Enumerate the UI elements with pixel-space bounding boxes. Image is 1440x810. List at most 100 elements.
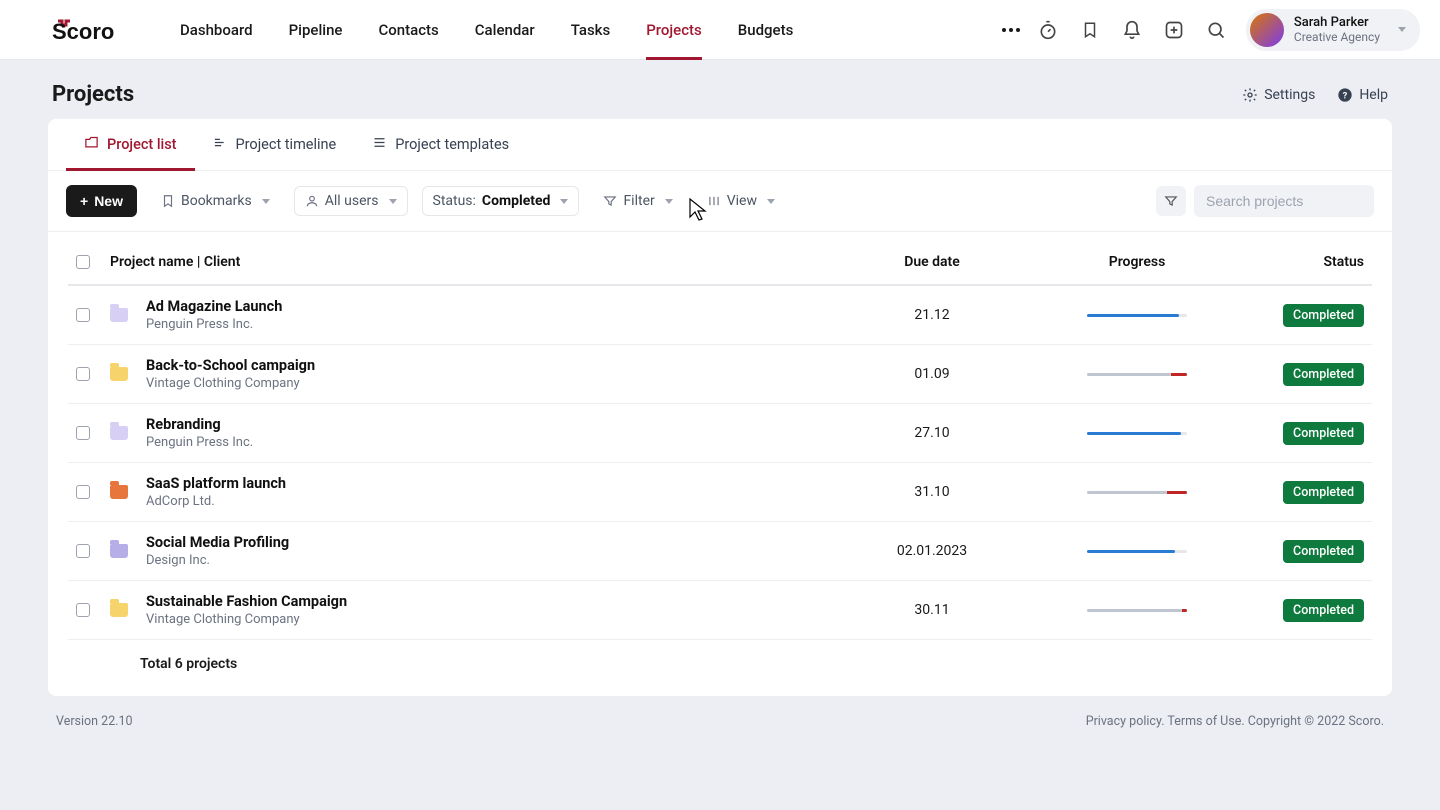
- svg-text:Scoro: Scoro: [52, 19, 114, 43]
- progress-bar: [1087, 432, 1187, 435]
- user-icon: [305, 194, 319, 208]
- due-date: 21.12: [842, 285, 1022, 345]
- project-name: Sustainable Fashion Campaign: [146, 593, 347, 610]
- page-header: Projects Settings ? Help: [0, 60, 1440, 119]
- status-badge: Completed: [1283, 599, 1364, 622]
- plus-icon: +: [80, 193, 88, 209]
- project-name: Rebranding: [146, 416, 253, 433]
- status-chip[interactable]: Status: Completed: [422, 186, 580, 216]
- footer: Version 22.10 Privacy policy. Terms of U…: [0, 714, 1440, 747]
- nav-item-contacts[interactable]: Contacts: [360, 0, 456, 60]
- nav-item-budgets[interactable]: Budgets: [720, 0, 812, 60]
- status-badge: Completed: [1283, 540, 1364, 563]
- user-subtitle: Creative Agency: [1294, 30, 1380, 44]
- chevron-down-icon: [1398, 27, 1406, 32]
- nav-item-dashboard[interactable]: Dashboard: [162, 0, 271, 60]
- timer-icon[interactable]: [1036, 18, 1060, 42]
- bookmark-icon[interactable]: [1078, 18, 1102, 42]
- row-checkbox[interactable]: [76, 308, 90, 322]
- project-client: Penguin Press Inc.: [146, 317, 282, 332]
- svg-text:?: ?: [1343, 90, 1348, 101]
- row-checkbox[interactable]: [76, 426, 90, 440]
- due-date: 27.10: [842, 404, 1022, 463]
- help-link[interactable]: ? Help: [1337, 87, 1388, 103]
- search-input[interactable]: [1194, 185, 1374, 217]
- filter-icon: [603, 194, 617, 208]
- gear-icon: [1242, 87, 1258, 103]
- chevron-down-icon: [767, 199, 775, 204]
- table-wrap: Project name | Client Due date Progress …: [48, 232, 1392, 696]
- status-badge: Completed: [1283, 481, 1364, 504]
- row-checkbox[interactable]: [76, 603, 90, 617]
- table-row[interactable]: SaaS platform launch AdCorp Ltd. 31.10 Comp…: [68, 463, 1372, 522]
- new-button[interactable]: + New: [66, 185, 137, 217]
- users-chip[interactable]: All users: [294, 186, 408, 216]
- row-checkbox[interactable]: [76, 367, 90, 381]
- table-row[interactable]: Sustainable Fashion CampaignVintage Clot…: [68, 581, 1372, 640]
- project-name: Social Media Profiling: [146, 534, 289, 551]
- bell-icon[interactable]: [1120, 18, 1144, 42]
- project-client: AdCorp Ltd.: [146, 494, 286, 509]
- table-row[interactable]: Ad Magazine Launch Penguin Press Inc. 21.1…: [68, 285, 1372, 345]
- bookmark-icon: [161, 193, 175, 209]
- nav-item-pipeline[interactable]: Pipeline: [271, 0, 361, 60]
- chevron-down-icon: [560, 199, 568, 204]
- project-name: SaaS platform launch: [146, 475, 286, 492]
- chevron-down-icon: [389, 199, 397, 204]
- due-date: 31.10: [842, 463, 1022, 522]
- due-date: 02.01.2023: [842, 522, 1022, 581]
- help-icon: ?: [1337, 87, 1353, 103]
- user-menu[interactable]: Sarah Parker Creative Agency: [1246, 9, 1420, 51]
- search-icon[interactable]: [1204, 18, 1228, 42]
- status-badge: Completed: [1283, 304, 1364, 327]
- nav-items: DashboardPipelineContactsCalendarTasksPr…: [162, 0, 986, 60]
- nav-item-tasks[interactable]: Tasks: [553, 0, 629, 60]
- col-status[interactable]: Status: [1252, 240, 1372, 285]
- tab-project-timeline[interactable]: Project timeline: [195, 119, 355, 170]
- view-chip[interactable]: View: [697, 187, 785, 215]
- top-nav: Scoro DashboardPipelineContactsCalendarT…: [0, 0, 1440, 60]
- page-title: Projects: [52, 82, 134, 107]
- row-checkbox[interactable]: [76, 485, 90, 499]
- search-wrap: [1156, 185, 1374, 217]
- project-name: Back-to-School campaign: [146, 357, 315, 374]
- tab-project-list[interactable]: Project list: [66, 119, 195, 170]
- project-client: Penguin Press Inc.: [146, 435, 253, 450]
- nav-more-icon[interactable]: [986, 28, 1036, 32]
- settings-link[interactable]: Settings: [1242, 87, 1315, 103]
- total-label: Total 6 projects: [102, 640, 842, 683]
- table-row[interactable]: Back-to-School campaignVintage Clothing …: [68, 345, 1372, 404]
- table-row[interactable]: Social Media Profiling Design Inc. 02.01.2…: [68, 522, 1372, 581]
- table-row[interactable]: RebrandingPenguin Press Inc.27.10Complet…: [68, 404, 1372, 463]
- chevron-down-icon: [262, 199, 270, 204]
- folder-icon: [110, 544, 128, 558]
- toolbar: + New Bookmarks All users Status: Comple…: [48, 171, 1392, 232]
- project-client: Design Inc.: [146, 553, 289, 568]
- project-name: Ad Magazine Launch: [146, 298, 282, 315]
- col-progress[interactable]: Progress: [1022, 240, 1252, 285]
- filter-chip[interactable]: Filter: [593, 187, 682, 215]
- progress-bar: [1087, 373, 1187, 376]
- search-filter-button[interactable]: [1156, 186, 1186, 216]
- tabs: Project listProject timelineProject temp…: [48, 119, 1392, 171]
- col-name[interactable]: Project name | Client: [102, 240, 842, 285]
- row-checkbox[interactable]: [76, 544, 90, 558]
- folder-icon: [110, 603, 128, 617]
- nav-item-projects[interactable]: Projects: [628, 0, 720, 60]
- folder-icon: [110, 308, 128, 322]
- nav-item-calendar[interactable]: Calendar: [457, 0, 553, 60]
- due-date: 01.09: [842, 345, 1022, 404]
- chevron-down-icon: [665, 199, 673, 204]
- select-all-checkbox[interactable]: [76, 255, 90, 269]
- tab-project-templates[interactable]: Project templates: [354, 119, 527, 170]
- tab-icon: [372, 135, 387, 154]
- bookmarks-chip[interactable]: Bookmarks: [151, 187, 280, 215]
- columns-icon: [707, 194, 721, 208]
- tab-icon: [84, 135, 99, 154]
- add-icon[interactable]: [1162, 18, 1186, 42]
- progress-bar: [1087, 609, 1187, 612]
- tab-icon: [213, 135, 228, 154]
- logo[interactable]: Scoro: [52, 17, 134, 43]
- col-due[interactable]: Due date: [842, 240, 1022, 285]
- user-name: Sarah Parker: [1294, 15, 1380, 31]
